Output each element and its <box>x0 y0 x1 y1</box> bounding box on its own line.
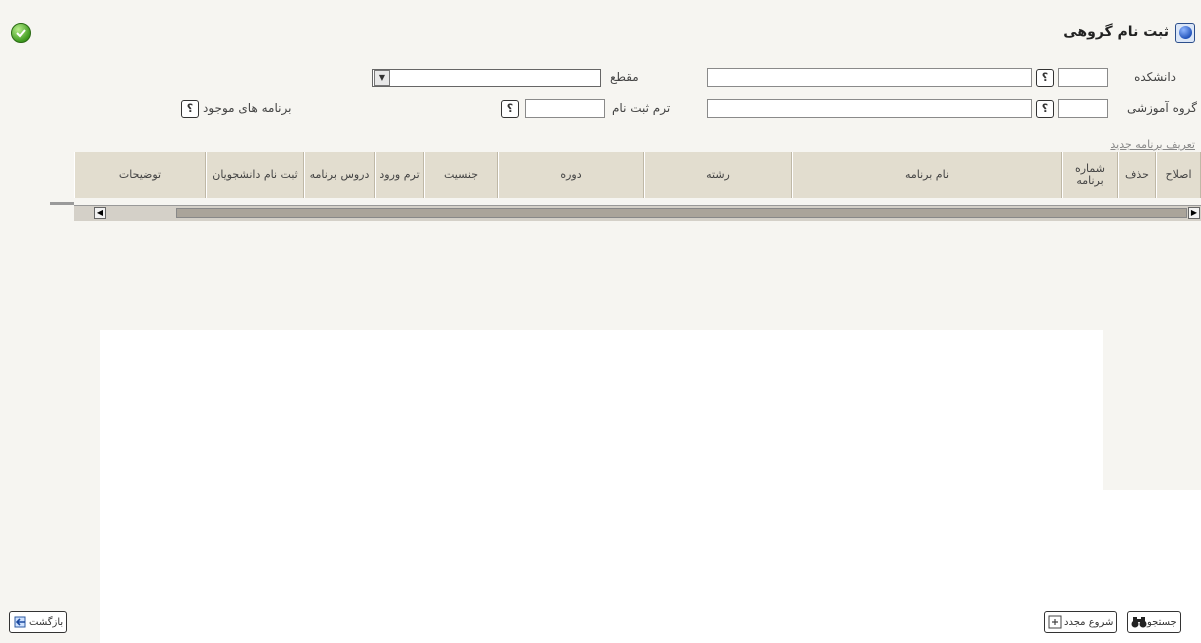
column-header-gender[interactable]: جنسیت <box>424 152 498 198</box>
binoculars-icon <box>1131 615 1147 629</box>
faculty-lookup-button[interactable]: ؟ <box>1036 69 1054 87</box>
column-header-delete[interactable]: حذف <box>1118 152 1156 198</box>
column-header-entry-term[interactable]: ترم ورود <box>375 152 424 198</box>
new-program-link[interactable]: تعریف برنامه جدید <box>1110 138 1195 151</box>
column-header-major[interactable]: رشته <box>644 152 792 198</box>
scroll-left-icon[interactable]: ◀ <box>94 207 106 219</box>
back-button[interactable]: بازگشت <box>9 611 68 633</box>
back-arrow-icon <box>13 615 27 629</box>
horizontal-scrollbar[interactable]: ◀ ▶ <box>74 205 1201 221</box>
existing-programs-button[interactable]: ؟ <box>181 100 199 118</box>
scrollbar-thumb[interactable] <box>176 208 1187 218</box>
faculty-label: دانشکده <box>1134 70 1176 84</box>
existing-programs-label: برنامه های موجود <box>203 101 292 115</box>
column-header-program-number[interactable]: شماره برنامه <box>1062 152 1118 198</box>
faculty-code-input[interactable] <box>1058 68 1108 87</box>
grid-header: اصلاح حذف شماره برنامه نام برنامه رشته د… <box>74 152 1201 198</box>
status-ok-icon <box>11 23 31 43</box>
edu-group-code-input[interactable] <box>1058 99 1108 118</box>
faculty-name-input[interactable] <box>707 68 1032 87</box>
edu-group-name-input[interactable] <box>707 99 1032 118</box>
help-icon[interactable] <box>1175 23 1195 43</box>
search-button-label: جستجو <box>1147 616 1177 628</box>
column-header-edit[interactable]: اصلاح <box>1156 152 1201 198</box>
term-label: ترم ثبت نام <box>612 101 671 115</box>
column-header-course[interactable]: دوره <box>498 152 644 198</box>
back-button-label: بازگشت <box>29 616 64 628</box>
results-area <box>100 330 1103 643</box>
edu-group-label: گروه آموزشی <box>1126 101 1197 115</box>
level-select[interactable]: ▼ <box>372 69 601 87</box>
restart-icon <box>1048 615 1062 629</box>
restart-button-label: شروع مجدد <box>1064 616 1114 628</box>
page-title: ثبت نام گروهی <box>1063 24 1169 40</box>
column-header-student-registration[interactable]: ثبت نام دانشجویان <box>206 152 304 198</box>
level-label: مقطع <box>610 70 639 84</box>
column-header-description[interactable]: توضیحات <box>74 152 206 198</box>
term-input[interactable] <box>525 99 605 118</box>
term-lookup-button[interactable]: ؟ <box>501 100 519 118</box>
search-button[interactable]: جستجو <box>1127 611 1181 633</box>
column-header-program-name[interactable]: نام برنامه <box>792 152 1062 198</box>
grid-divider <box>50 202 74 205</box>
scroll-right-icon[interactable]: ▶ <box>1188 207 1200 219</box>
dropdown-arrow-icon[interactable]: ▼ <box>374 70 390 86</box>
edu-group-lookup-button[interactable]: ؟ <box>1036 100 1054 118</box>
column-header-program-courses[interactable]: دروس برنامه <box>304 152 375 198</box>
restart-button[interactable]: شروع مجدد <box>1044 611 1118 633</box>
